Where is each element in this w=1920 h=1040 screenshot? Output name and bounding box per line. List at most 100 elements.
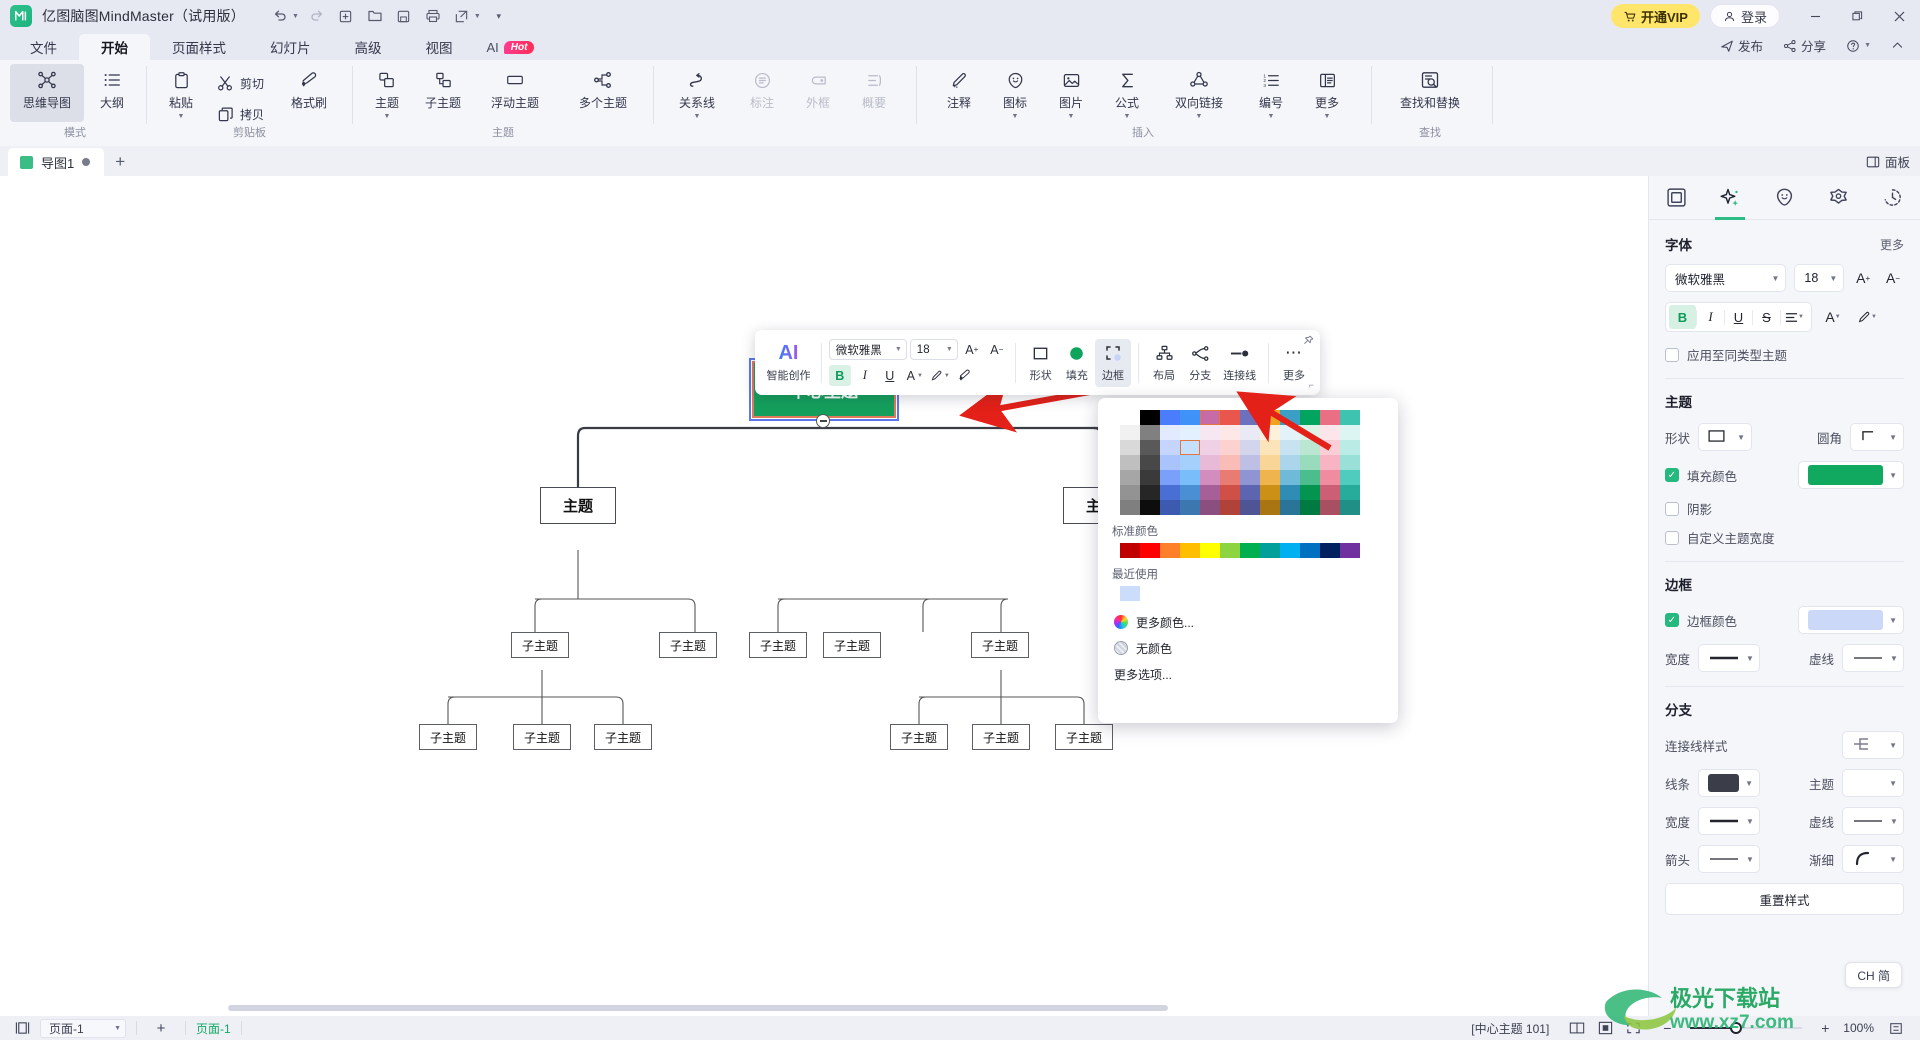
save-icon[interactable] xyxy=(391,4,417,28)
page-select[interactable]: 页面-1 ▼ xyxy=(40,1018,126,1038)
color-swatch[interactable] xyxy=(1280,500,1300,515)
shape-tool[interactable]: 形状 xyxy=(1023,339,1059,387)
tab-style-panel[interactable] xyxy=(1703,176,1757,220)
color-swatch[interactable] xyxy=(1180,440,1200,455)
collapse-ribbon-button[interactable] xyxy=(1883,36,1912,55)
color-swatch[interactable] xyxy=(1340,470,1360,485)
color-swatch[interactable] xyxy=(1320,500,1340,515)
color-swatch[interactable] xyxy=(1280,440,1300,455)
color-swatch[interactable] xyxy=(1240,500,1260,515)
branch-width-select[interactable]: ▼ xyxy=(1698,807,1761,835)
mindmap-leaf-node[interactable]: 子主题 xyxy=(594,724,652,750)
color-swatch[interactable] xyxy=(1320,485,1340,500)
ai-create-button[interactable]: AI 智能创作 xyxy=(763,342,814,383)
color-swatch[interactable] xyxy=(1240,470,1260,485)
color-swatch[interactable] xyxy=(1340,440,1360,455)
pin-icon[interactable] xyxy=(1303,335,1314,349)
undo-dropdown-icon[interactable]: ▼ xyxy=(292,13,299,20)
more-insert-dropdown-icon[interactable]: ▼ xyxy=(1324,113,1331,122)
font-more-button[interactable]: 更多 xyxy=(1880,236,1904,253)
color-swatch[interactable] xyxy=(1260,455,1280,470)
zoom-slider[interactable] xyxy=(1690,1022,1803,1034)
tab-history-panel[interactable] xyxy=(1866,176,1920,220)
boundary-button[interactable]: 外框 xyxy=(790,64,846,122)
standard-color-swatch[interactable] xyxy=(1340,543,1360,558)
color-swatch[interactable] xyxy=(1260,470,1280,485)
highlight-button[interactable]: ▼ xyxy=(1854,305,1880,329)
color-swatch[interactable] xyxy=(1300,440,1320,455)
formula-button[interactable]: 公式 ▼ xyxy=(1099,64,1155,122)
add-document-button[interactable]: + xyxy=(104,148,136,176)
color-swatch[interactable] xyxy=(1200,425,1220,440)
color-swatch[interactable] xyxy=(1280,455,1300,470)
color-swatch[interactable] xyxy=(1160,455,1180,470)
new-icon[interactable] xyxy=(333,4,359,28)
color-swatch[interactable] xyxy=(1140,500,1160,515)
relation-dropdown-icon[interactable]: ▼ xyxy=(694,113,701,122)
border-color-checkbox[interactable] xyxy=(1665,613,1679,627)
maximize-button[interactable] xyxy=(1836,0,1878,32)
layout-tool[interactable]: 布局 xyxy=(1146,339,1182,387)
color-swatch[interactable] xyxy=(1280,410,1300,425)
underline-button[interactable]: U xyxy=(1725,305,1752,329)
standard-color-swatch[interactable] xyxy=(1180,543,1200,558)
tab-view[interactable]: 视图 xyxy=(404,34,475,60)
shadow-row[interactable]: 阴影 xyxy=(1665,499,1904,518)
color-swatch[interactable] xyxy=(1340,425,1360,440)
color-swatch[interactable] xyxy=(1260,440,1280,455)
custom-width-checkbox[interactable] xyxy=(1665,530,1679,545)
color-swatch[interactable] xyxy=(1300,500,1320,515)
corner-select[interactable]: ▼ xyxy=(1850,423,1904,451)
color-swatch[interactable] xyxy=(1160,500,1180,515)
color-swatch[interactable] xyxy=(1200,500,1220,515)
color-swatch[interactable] xyxy=(1320,410,1340,425)
paste-button[interactable]: 粘贴 ▼ xyxy=(153,64,209,122)
color-swatch[interactable] xyxy=(1140,470,1160,485)
color-swatch[interactable] xyxy=(1240,485,1260,500)
mindmap-leaf-node[interactable]: 子主题 xyxy=(419,724,477,750)
recent-color-swatch[interactable] xyxy=(1120,586,1140,601)
color-swatch[interactable] xyxy=(1200,455,1220,470)
color-swatch[interactable] xyxy=(1220,440,1240,455)
bidirectional-link-dropdown-icon[interactable]: ▼ xyxy=(1196,113,1203,122)
mindmap-subtopic-node[interactable]: 子主题 xyxy=(971,632,1029,658)
increase-font-size-button[interactable]: A + xyxy=(1852,267,1874,289)
tab-home[interactable]: 开始 xyxy=(79,34,150,60)
numbering-dropdown-icon[interactable]: ▼ xyxy=(1268,113,1275,122)
find-replace-button[interactable]: 查找和替换 xyxy=(1386,64,1474,122)
cut-button[interactable]: 剪切 xyxy=(209,68,272,98)
color-swatch[interactable] xyxy=(1220,485,1240,500)
active-page-label[interactable]: 页面-1 xyxy=(196,1020,231,1037)
qat-more-icon[interactable]: ▾ xyxy=(486,4,512,28)
mindmap-canvas[interactable]: 中心主题 主题 主题 子主题 子主题 子主题 子主题 子主题 子主题 xyxy=(0,176,1648,1016)
mindmap-leaf-node[interactable]: 子主题 xyxy=(1055,724,1113,750)
zoom-out-button[interactable]: − xyxy=(1653,1016,1681,1040)
color-swatch[interactable] xyxy=(1220,500,1240,515)
color-swatch[interactable] xyxy=(1200,470,1220,485)
floating-topic-button[interactable]: 浮动主题 xyxy=(471,64,559,122)
border-color-select[interactable]: ▼ xyxy=(1798,606,1904,634)
branch-arrow-select[interactable]: ▼ xyxy=(1698,845,1761,873)
callout-button[interactable]: 标注 xyxy=(734,64,790,122)
color-swatch[interactable] xyxy=(1140,440,1160,455)
color-swatch[interactable] xyxy=(1300,425,1320,440)
color-swatch[interactable] xyxy=(1240,425,1260,440)
zoom-slider-knob[interactable] xyxy=(1730,1022,1743,1034)
color-swatch[interactable] xyxy=(1120,470,1140,485)
color-swatch[interactable] xyxy=(1180,470,1200,485)
tab-advanced[interactable]: 高级 xyxy=(333,34,404,60)
color-swatch[interactable] xyxy=(1140,425,1160,440)
copy-button[interactable]: 拷贝 xyxy=(209,99,272,129)
color-swatch[interactable] xyxy=(1260,410,1280,425)
branch-line-color-select[interactable]: ▼ xyxy=(1698,769,1761,797)
standard-color-swatch[interactable] xyxy=(1240,543,1260,558)
sticker-dropdown-icon[interactable]: ▼ xyxy=(1012,113,1019,122)
standard-color-swatch[interactable] xyxy=(1280,543,1300,558)
color-swatch[interactable] xyxy=(1300,455,1320,470)
color-swatch[interactable] xyxy=(1120,485,1140,500)
horizontal-scrollbar-thumb[interactable] xyxy=(228,1005,1168,1011)
undo-icon[interactable] xyxy=(267,4,293,28)
color-swatch[interactable] xyxy=(1120,410,1140,425)
bold-button[interactable]: B xyxy=(1669,305,1696,329)
apply-same-type-row[interactable]: 应用至同类型主题 xyxy=(1665,345,1904,364)
